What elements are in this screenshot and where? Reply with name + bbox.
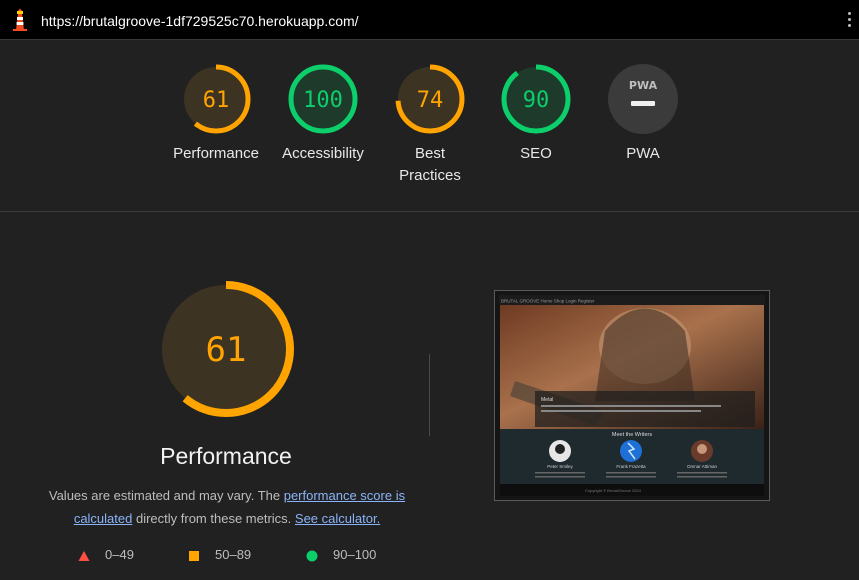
gauge-score: 74 — [417, 88, 444, 113]
preview-writer-3: Omnar Attiman — [687, 464, 718, 469]
pwa-dash — [631, 101, 655, 106]
pwa-icon: PWA — [608, 64, 678, 134]
preview-footer: Copyright © BrutalGroove 2024 — [585, 488, 642, 493]
gauge-score: 90 — [523, 88, 550, 113]
preview-writer-2: Frank Frazetta — [616, 464, 646, 469]
section-divider — [0, 211, 859, 212]
lighthouse-logo-icon — [13, 8, 27, 31]
gauge-performance[interactable]: 61 Performance — [161, 63, 271, 165]
gauge-accessibility[interactable]: 100 Accessibility — [268, 63, 378, 165]
gauge-best-practices[interactable]: 74 Best Practices — [375, 63, 485, 187]
performance-description: Values are estimated and may vary. The p… — [40, 484, 414, 530]
report-url[interactable]: https://brutalgroove-1df729525c70.heroku… — [41, 13, 359, 29]
gauge-score: 61 — [203, 88, 230, 113]
preview-writer-1: Peter Smiley — [547, 464, 573, 469]
gauge-pwa[interactable]: PWA PWA — [588, 63, 698, 165]
preview-section-title: Meet the Writers — [612, 432, 652, 438]
legend-range: 90–100 — [333, 547, 377, 562]
url-bar: https://brutalgroove-1df729525c70.heroku… — [0, 0, 859, 40]
see-calculator-link[interactable]: See calculator. — [295, 511, 380, 526]
final-screenshot[interactable]: BRUTAL GROOVE Home Shop Login Register M… — [494, 290, 770, 501]
gauge-score: 100 — [303, 88, 343, 113]
more-options-icon[interactable] — [847, 12, 853, 30]
preview-hero-title: Metal — [541, 397, 553, 403]
gauge-label: Best Practices — [399, 145, 461, 184]
desc-text: Values are estimated and may vary. The — [48, 488, 284, 503]
performance-gauge-large: 61 — [158, 281, 294, 422]
desc-text: directly from these metrics. — [132, 511, 295, 526]
performance-title: Performance — [160, 443, 292, 469]
performance-score-large: 61 — [206, 330, 247, 370]
circle-icon — [306, 550, 318, 562]
pwa-badge-text: PWA — [629, 79, 658, 92]
legend-range: 50–89 — [215, 547, 252, 562]
gauge-seo[interactable]: 90 SEO — [481, 63, 591, 165]
gauge-label: SEO — [520, 145, 552, 162]
legend-range: 0–49 — [105, 547, 134, 562]
gauge-label: Performance — [173, 145, 259, 162]
gauge-label: Accessibility — [282, 145, 364, 162]
vertical-divider — [429, 354, 430, 436]
triangle-icon — [78, 551, 90, 561]
square-icon — [189, 551, 199, 561]
preview-nav: BRUTAL GROOVE Home Shop Login Register — [501, 299, 595, 304]
gauge-label: PWA — [626, 145, 660, 162]
